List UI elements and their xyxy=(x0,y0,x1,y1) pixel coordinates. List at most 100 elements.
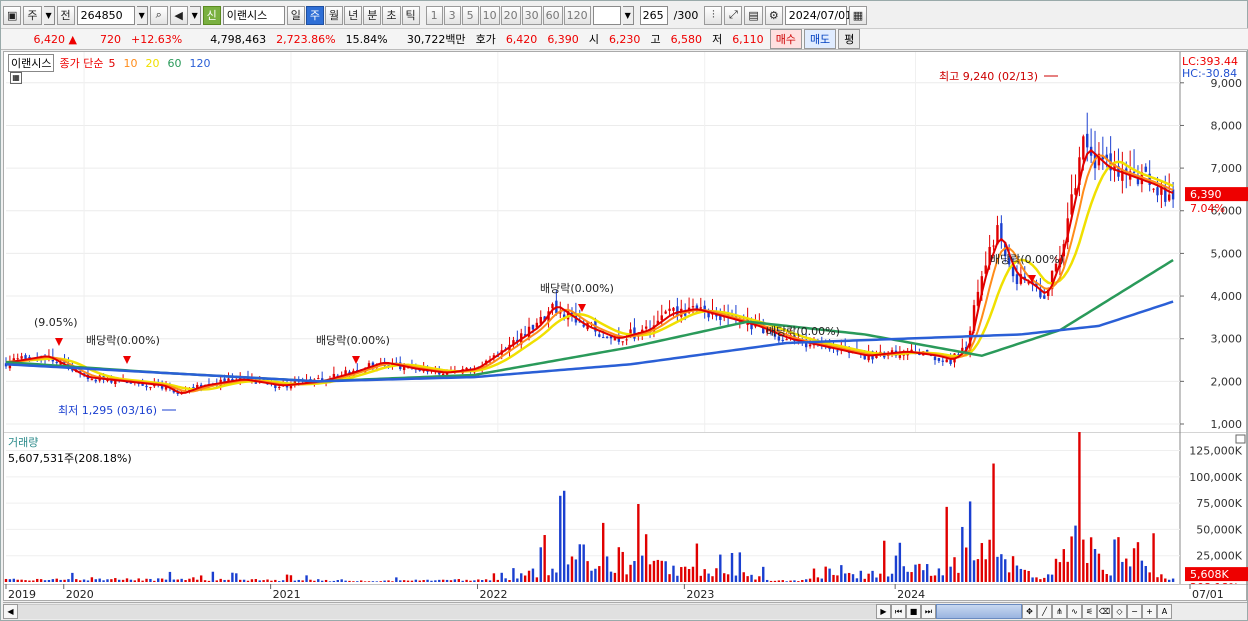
trend-tool-icon[interactable]: ∿ xyxy=(1067,604,1082,619)
zoom-out-icon[interactable]: − xyxy=(1127,604,1142,619)
layout-icon[interactable]: ▣ xyxy=(3,5,22,25)
candle-body xyxy=(836,350,839,352)
stock-code-input[interactable]: 264850 xyxy=(76,5,135,25)
candle-body xyxy=(149,387,152,389)
volume-bar xyxy=(785,581,788,582)
period-button[interactable]: 년 xyxy=(344,5,363,25)
draw-tool-icon[interactable]: ⤢ xyxy=(724,5,743,25)
candle-type-icon[interactable]: ⫶ xyxy=(704,5,723,25)
scroll-left-icon[interactable]: ◀ xyxy=(3,604,18,619)
last-page-icon[interactable]: ⏭ xyxy=(921,604,936,619)
period-dropdown-icon[interactable]: ▼ xyxy=(43,5,55,25)
volume-bar xyxy=(1136,542,1140,582)
period-button[interactable]: 일 xyxy=(286,5,305,25)
gann-tool-icon[interactable]: ⚟ xyxy=(1082,604,1097,619)
volume-bar xyxy=(1062,549,1066,582)
candle-body xyxy=(668,308,671,311)
period-button[interactable]: 분 xyxy=(363,5,382,25)
first-page-icon[interactable]: ⏮ xyxy=(891,604,906,619)
candle-body xyxy=(114,381,117,384)
volume-bar xyxy=(1007,572,1011,582)
search-icon[interactable]: ⌕ xyxy=(149,5,168,25)
count-input[interactable]: 265 xyxy=(639,5,668,25)
volume-bar xyxy=(520,573,523,582)
period-button[interactable]: 월 xyxy=(325,5,344,25)
date-input[interactable]: 2024/07/01 xyxy=(784,5,852,25)
volume-bar xyxy=(215,580,218,582)
interval-input[interactable] xyxy=(592,5,621,25)
shape-tool-icon[interactable]: ◇ xyxy=(1112,604,1127,619)
volume-bar xyxy=(691,566,695,582)
buy-button[interactable]: 매수 xyxy=(769,29,802,49)
eraser-icon[interactable]: ⌫ xyxy=(1097,604,1112,619)
candle-body xyxy=(28,356,31,358)
interval-button[interactable]: 120 xyxy=(563,5,591,25)
low-label: 저 xyxy=(712,33,723,46)
volume-bar xyxy=(922,570,925,582)
speaker-icon[interactable]: ◀ xyxy=(169,5,188,25)
sell-button[interactable]: 매도 xyxy=(803,29,837,49)
zoom-slider[interactable] xyxy=(936,604,1022,619)
table-icon[interactable]: ▦ xyxy=(10,72,22,84)
volume-bar xyxy=(707,573,710,582)
volume-bar xyxy=(929,575,933,582)
interval-button[interactable]: 30 xyxy=(521,5,542,25)
interval-dropdown-icon[interactable]: ▼ xyxy=(622,5,634,25)
scroll-right-icon[interactable]: ▶ xyxy=(876,604,891,619)
eval-button[interactable]: 평 xyxy=(838,29,861,49)
period-select[interactable]: 주 xyxy=(23,5,42,25)
crosshair-icon[interactable]: ✥ xyxy=(1022,604,1037,619)
volume-bar xyxy=(305,575,308,582)
interval-button[interactable]: 10 xyxy=(479,5,500,25)
interval-button[interactable]: 1 xyxy=(425,5,443,25)
text-tool-icon[interactable]: A xyxy=(1157,604,1172,619)
interval-button[interactable]: 60 xyxy=(542,5,563,25)
volume-bar xyxy=(75,579,78,582)
open-label: 시 xyxy=(588,33,599,46)
period-buttons: 일주월년분초틱 xyxy=(286,5,420,25)
stock-name-tag[interactable]: 이랜시스 xyxy=(8,54,55,72)
volume-bar xyxy=(426,579,429,582)
volume-bar xyxy=(328,581,332,582)
candle-body xyxy=(605,336,609,338)
stop-icon[interactable]: ■ xyxy=(906,604,921,619)
zoom-in-icon[interactable]: + xyxy=(1142,604,1157,619)
candle-body xyxy=(1144,166,1147,172)
scroll-track[interactable] xyxy=(18,604,876,619)
change-percent: +12.63% xyxy=(131,32,183,46)
div-arrow xyxy=(55,338,63,346)
interval-button[interactable]: 3 xyxy=(443,5,461,25)
volume-chart[interactable]: 125,000K 100,000K 75,000K 50,000K 25,000K 5,6… xyxy=(4,432,1248,584)
prev-button[interactable]: 전 xyxy=(56,5,75,25)
speaker-dropdown-icon[interactable]: ▼ xyxy=(189,5,201,25)
volume-bar xyxy=(992,463,995,582)
period-button[interactable]: 초 xyxy=(382,5,401,25)
trade-amount: 30,722백만 xyxy=(406,33,466,46)
save-icon[interactable]: ▤ xyxy=(744,5,763,25)
candle-body xyxy=(1082,136,1085,160)
fib-tool-icon[interactable]: ⋔ xyxy=(1052,604,1067,619)
price-chart[interactable]: 9,0008,0007,0006,0005,0004,0003,0002,000… xyxy=(4,52,1248,432)
period-button[interactable]: 틱 xyxy=(401,5,420,25)
y-tick-label: 50,000K xyxy=(1196,523,1242,536)
scroll-bar[interactable]: ◀ ▶ ⏮ ■ ⏭ ✥ ╱ ⋔ ∿ ⚟ ⌫ ◇ − + A xyxy=(3,602,1247,620)
period-button[interactable]: 주 xyxy=(305,5,325,25)
interval-button[interactable]: 5 xyxy=(461,5,479,25)
volume-bar xyxy=(738,552,742,582)
volume-bar xyxy=(566,564,570,582)
volume-bar xyxy=(102,580,105,582)
line-tool-icon[interactable]: ╱ xyxy=(1037,604,1052,619)
current-volume-label: 5,608K xyxy=(1190,568,1229,581)
volume-bar xyxy=(332,580,336,582)
calendar-icon[interactable]: ▦ xyxy=(848,5,868,25)
volume-bar xyxy=(55,578,58,582)
chart-area[interactable]: 9,000 8,000 7,000 6,000 5,000 4,000 3,000 2,000… xyxy=(3,51,1248,601)
chart-window: ▣ 주 ▼ 전 264850 ▼ ⌕ ◀ ▼ 신 이랜시스 일주월년분초틱 13… xyxy=(0,0,1248,621)
volume-bar xyxy=(683,566,687,582)
volume-bar xyxy=(613,572,617,582)
volume-bar xyxy=(117,579,121,582)
code-dropdown-icon[interactable]: ▼ xyxy=(136,5,148,25)
interval-button[interactable]: 20 xyxy=(500,5,521,25)
volume-bar xyxy=(24,580,27,582)
gear-icon[interactable]: ⚙ xyxy=(764,5,783,25)
